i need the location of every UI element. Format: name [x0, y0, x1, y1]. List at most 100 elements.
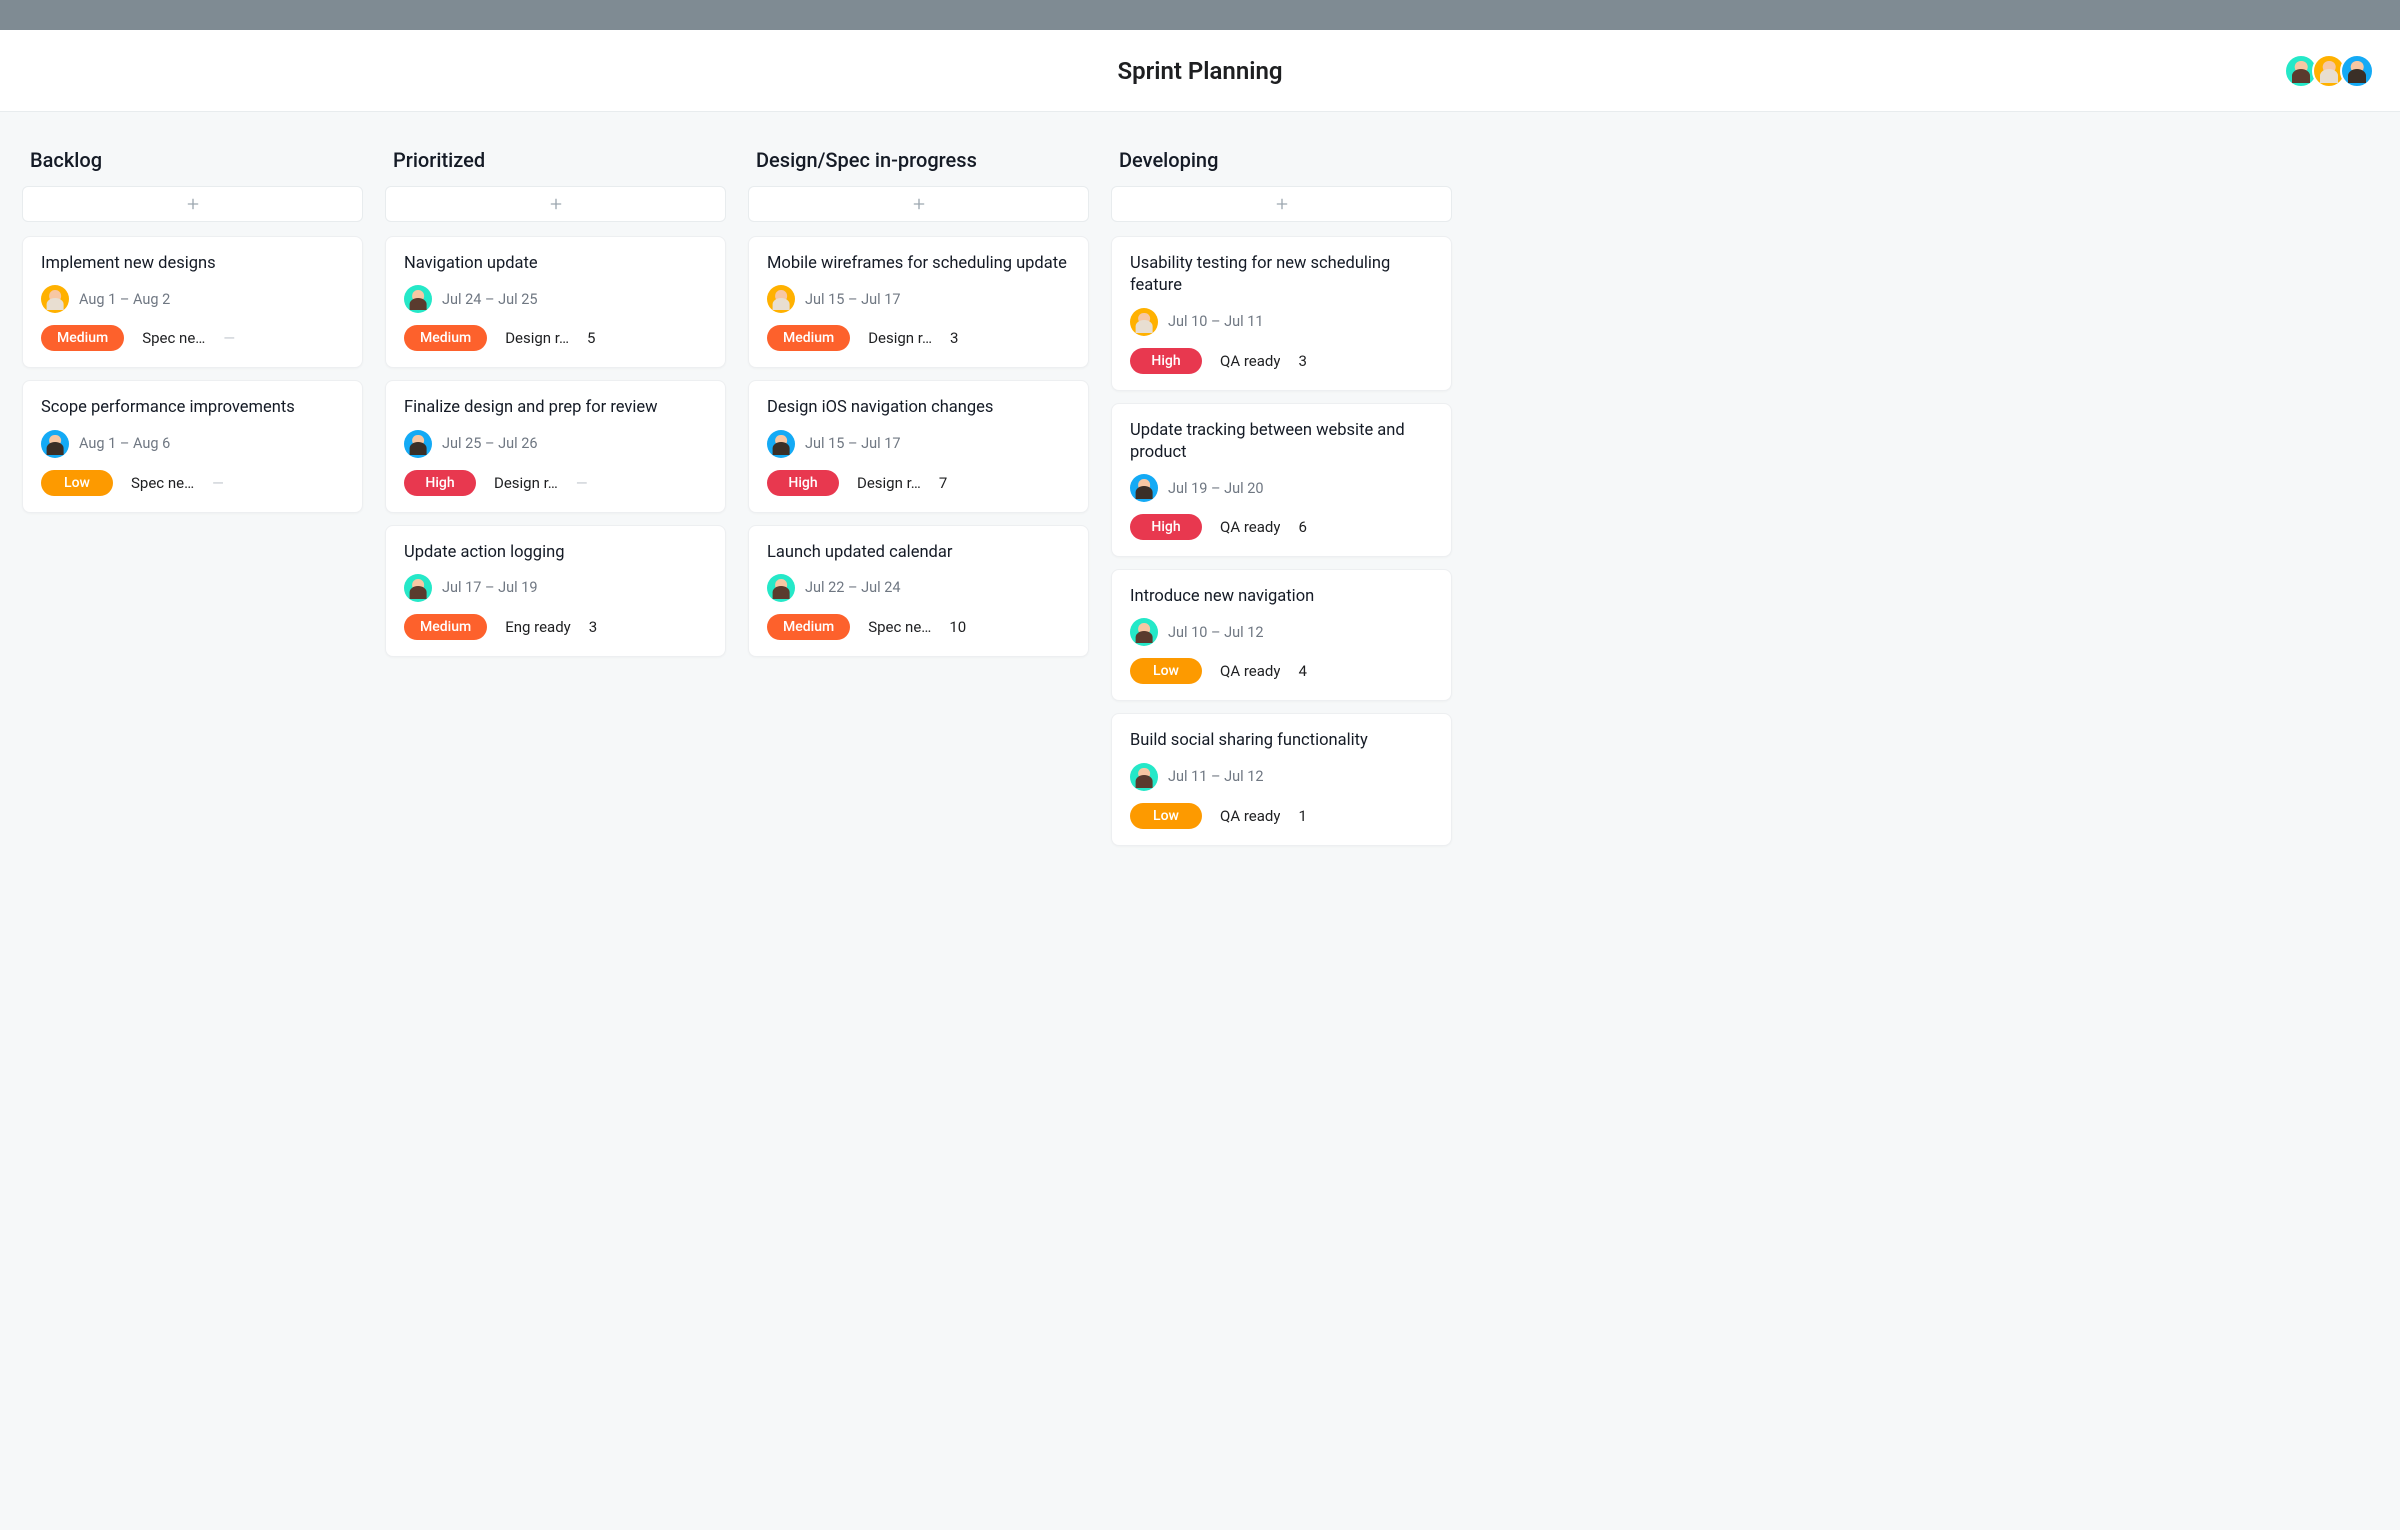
priority-pill: Medium — [404, 614, 487, 640]
task-dates: Aug 1 – Aug 2 — [79, 291, 170, 308]
assignee-avatar[interactable] — [404, 430, 432, 458]
task-card[interactable]: Scope performance improvementsAug 1 – Au… — [22, 380, 363, 512]
priority-pill: Medium — [404, 325, 487, 351]
task-title: Build social sharing functionality — [1130, 730, 1433, 752]
assignee-avatar[interactable] — [767, 574, 795, 602]
task-title: Launch updated calendar — [767, 542, 1070, 564]
board-column: PrioritizedNavigation updateJul 24 – Jul… — [381, 148, 730, 1512]
task-footer: HighQA ready6 — [1130, 514, 1433, 540]
task-card[interactable]: Launch updated calendarJul 22 – Jul 24Me… — [748, 525, 1089, 657]
status-label: Eng ready — [505, 618, 571, 636]
plus-icon — [548, 196, 564, 212]
task-dates: Jul 11 – Jul 12 — [1168, 768, 1264, 785]
task-card[interactable]: Update action loggingJul 17 – Jul 19Medi… — [385, 525, 726, 657]
task-dates: Jul 15 – Jul 17 — [805, 291, 901, 308]
status-label: QA ready — [1220, 662, 1280, 680]
column-title: Backlog — [18, 148, 367, 172]
status-label: Design r… — [505, 329, 569, 347]
assignee-avatar[interactable] — [767, 430, 795, 458]
assignee-avatar[interactable] — [41, 285, 69, 313]
subtask-count: — — [212, 474, 223, 492]
plus-icon — [1274, 196, 1290, 212]
status-label: Spec ne… — [131, 474, 194, 492]
subtask-count: 1 — [1298, 807, 1306, 825]
assignee-avatar[interactable] — [1130, 308, 1158, 336]
status-label: Design r… — [868, 329, 932, 347]
task-title: Update tracking between website and prod… — [1130, 420, 1433, 465]
priority-pill: High — [1130, 514, 1202, 540]
status-label: Spec ne… — [142, 329, 205, 347]
task-card[interactable]: Build social sharing functionality Jul 11… — [1111, 713, 1452, 845]
task-card[interactable]: Implement new designs Aug 1 – Aug 2 Medium… — [22, 236, 363, 368]
assignee-avatar[interactable] — [41, 430, 69, 458]
add-card-button[interactable] — [22, 186, 363, 222]
task-dates: Aug 1 – Aug 6 — [79, 435, 170, 452]
subtask-count: 10 — [949, 618, 966, 636]
window-chrome — [0, 0, 2400, 30]
priority-pill: Medium — [41, 325, 124, 351]
task-card[interactable]: Introduce new navigation Jul 10 – Jul 12 L… — [1111, 569, 1452, 701]
column-title: Developing — [1107, 148, 1456, 172]
task-dates: Jul 10 – Jul 12 — [1168, 624, 1264, 641]
task-meta: Aug 1 – Aug 2 — [41, 285, 344, 313]
add-card-button[interactable] — [385, 186, 726, 222]
task-dates: Jul 10 – Jul 11 — [1168, 313, 1264, 330]
priority-pill: Low — [1130, 658, 1202, 684]
task-meta: Jul 11 – Jul 12 — [1130, 763, 1433, 791]
assignee-avatar[interactable] — [404, 285, 432, 313]
priority-pill: High — [1130, 348, 1202, 374]
task-title: Update action logging — [404, 542, 707, 564]
task-title: Introduce new navigation — [1130, 586, 1433, 608]
assignee-avatar[interactable] — [1130, 474, 1158, 502]
plus-icon — [911, 196, 927, 212]
assignee-avatar[interactable] — [1130, 763, 1158, 791]
task-card[interactable]: Mobile wireframes for scheduling update J… — [748, 236, 1089, 368]
task-footer: HighDesign r…7 — [767, 470, 1070, 496]
task-title: Finalize design and prep for review — [404, 397, 707, 419]
task-footer: HighQA ready3 — [1130, 348, 1433, 374]
collaborator-avatar[interactable] — [2340, 54, 2374, 88]
task-meta: Jul 24 – Jul 25 — [404, 285, 707, 313]
subtask-count: — — [223, 329, 234, 347]
task-footer: Medium Spec ne… — — [41, 325, 344, 351]
card-list: Usability testing for new scheduling fea… — [1107, 236, 1456, 846]
assignee-avatar[interactable] — [1130, 618, 1158, 646]
add-card-button[interactable] — [748, 186, 1089, 222]
status-label: QA ready — [1220, 518, 1280, 536]
assignee-avatar[interactable] — [404, 574, 432, 602]
task-card[interactable]: Update tracking between website and prod… — [1111, 403, 1452, 558]
task-meta: Jul 15 – Jul 17 — [767, 285, 1070, 313]
subtask-count: 7 — [939, 474, 947, 492]
subtask-count: 5 — [587, 329, 595, 347]
add-card-button[interactable] — [1111, 186, 1452, 222]
plus-icon — [185, 196, 201, 212]
task-meta: Jul 22 – Jul 24 — [767, 574, 1070, 602]
task-meta: Jul 15 – Jul 17 — [767, 430, 1070, 458]
task-dates: Jul 22 – Jul 24 — [805, 579, 901, 596]
task-footer: LowQA ready4 — [1130, 658, 1433, 684]
task-meta: Jul 10 – Jul 12 — [1130, 618, 1433, 646]
task-dates: Jul 15 – Jul 17 — [805, 435, 901, 452]
task-card[interactable]: Design iOS navigation changesJul 15 – Ju… — [748, 380, 1089, 512]
task-footer: MediumDesign r…3 — [767, 325, 1070, 351]
task-dates: Jul 25 – Jul 26 — [442, 435, 538, 452]
task-footer: HighDesign r…— — [404, 470, 707, 496]
priority-pill: Low — [41, 470, 113, 496]
board-column: Design/Spec in-progressMobile wireframes… — [744, 148, 1093, 1512]
task-title: Implement new designs — [41, 253, 344, 275]
kanban-board: Backlog Implement new designs Aug 1 – Aug … — [0, 112, 2400, 1530]
task-card[interactable]: Usability testing for new scheduling fea… — [1111, 236, 1452, 391]
task-card[interactable]: Finalize design and prep for review Jul 2… — [385, 380, 726, 512]
task-title: Mobile wireframes for scheduling update — [767, 253, 1070, 275]
status-label: Design r… — [494, 474, 558, 492]
task-dates: Jul 24 – Jul 25 — [442, 291, 538, 308]
priority-pill: Low — [1130, 803, 1202, 829]
task-card[interactable]: Navigation updateJul 24 – Jul 25MediumDe… — [385, 236, 726, 368]
status-label: QA ready — [1220, 352, 1280, 370]
task-footer: Low Spec ne… — — [41, 470, 344, 496]
task-meta: Jul 25 – Jul 26 — [404, 430, 707, 458]
card-list: Implement new designs Aug 1 – Aug 2 Medium… — [18, 236, 367, 513]
assignee-avatar[interactable] — [767, 285, 795, 313]
collaborator-avatars[interactable] — [2290, 54, 2374, 88]
priority-pill: Medium — [767, 325, 850, 351]
